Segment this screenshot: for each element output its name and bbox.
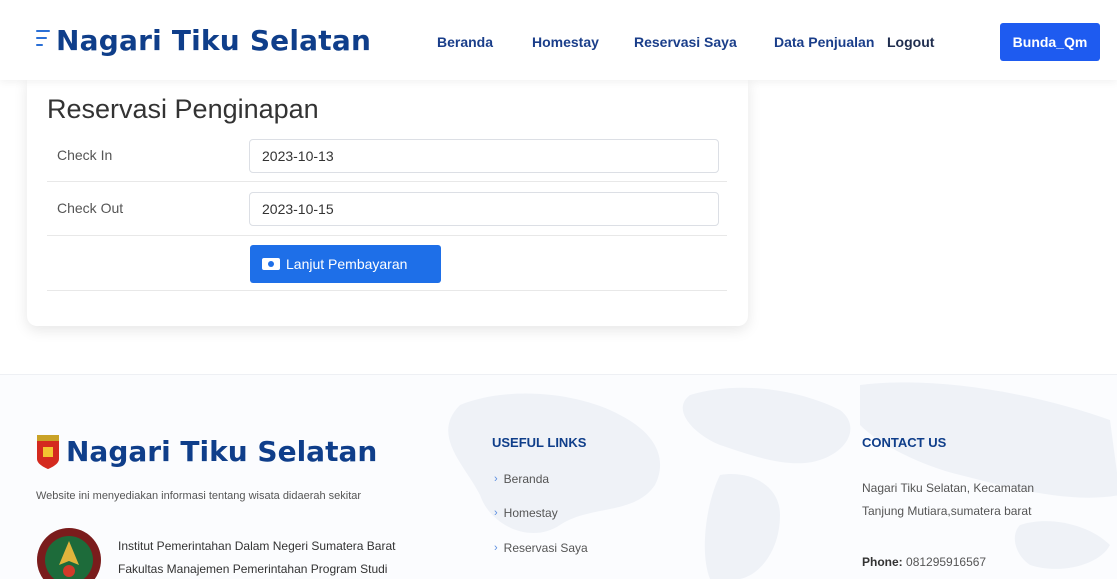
site-footer: Nagari Tiku Selatan Website ini menyedia… <box>0 375 1117 579</box>
chevron-right-icon: › <box>494 507 498 519</box>
row-divider <box>47 181 727 182</box>
footer-link-beranda[interactable]: › Beranda <box>494 472 549 486</box>
reservation-card: Reservasi Penginapan Check In Check Out … <box>27 78 748 326</box>
contact-phone: Phone: 081295916567 <box>862 555 986 569</box>
institution-line-2: Fakultas Manajemen Pemerintahan Program … <box>118 562 388 576</box>
menu-toggle-icon[interactable] <box>36 28 50 48</box>
footer-link-label: Reservasi Saya <box>503 541 588 555</box>
phone-value: 081295916567 <box>906 555 987 569</box>
footer-link-label: Homestay <box>503 506 558 520</box>
phone-label: Phone: <box>862 555 903 569</box>
lanjut-pembayaran-label: Lanjut Pembayaran <box>286 256 408 272</box>
footer-link-homestay[interactable]: › Homestay <box>494 506 558 520</box>
nagari-logo-icon <box>37 435 59 469</box>
check-out-input[interactable] <box>249 192 719 226</box>
page-title: Reservasi Penginapan <box>47 94 319 124</box>
footer-brand: Nagari Tiku Selatan <box>66 435 378 468</box>
chevron-right-icon: › <box>494 542 498 554</box>
check-out-label: Check Out <box>57 200 124 216</box>
check-in-input[interactable] <box>249 139 719 173</box>
check-in-label: Check In <box>57 147 113 163</box>
row-divider <box>47 290 727 291</box>
lanjut-pembayaran-button[interactable]: Lanjut Pembayaran <box>250 245 441 283</box>
user-account-button[interactable]: Bunda_Qm <box>1000 23 1100 61</box>
nav-data-penjualan[interactable]: Data Penjualan <box>774 34 874 50</box>
row-divider <box>47 235 727 236</box>
contact-address-line-1: Nagari Tiku Selatan, Kecamatan <box>862 481 1035 495</box>
money-icon <box>262 258 280 270</box>
footer-link-reservasi-saya[interactable]: › Reservasi Saya <box>494 541 588 555</box>
ipdn-emblem-icon <box>37 528 101 579</box>
site-brand[interactable]: Nagari Tiku Selatan <box>56 24 371 57</box>
footer-link-label: Beranda <box>503 472 550 486</box>
useful-links-heading: USEFUL LINKS <box>492 435 587 450</box>
chevron-right-icon: › <box>494 473 498 485</box>
nav-beranda[interactable]: Beranda <box>437 34 493 50</box>
nav-homestay[interactable]: Homestay <box>532 34 599 50</box>
footer-description: Website ini menyediakan informasi tentan… <box>36 490 362 502</box>
nav-logout[interactable]: Logout <box>887 34 934 50</box>
institution-line-1: Institut Pemerintahan Dalam Negeri Sumat… <box>118 539 396 553</box>
contact-address-line-2: Tanjung Mutiara,sumatera barat <box>862 504 1032 518</box>
contact-heading: CONTACT US <box>862 435 947 450</box>
site-header: Nagari Tiku Selatan Beranda Homestay Res… <box>0 0 1117 80</box>
nav-reservasi-saya[interactable]: Reservasi Saya <box>634 34 737 50</box>
